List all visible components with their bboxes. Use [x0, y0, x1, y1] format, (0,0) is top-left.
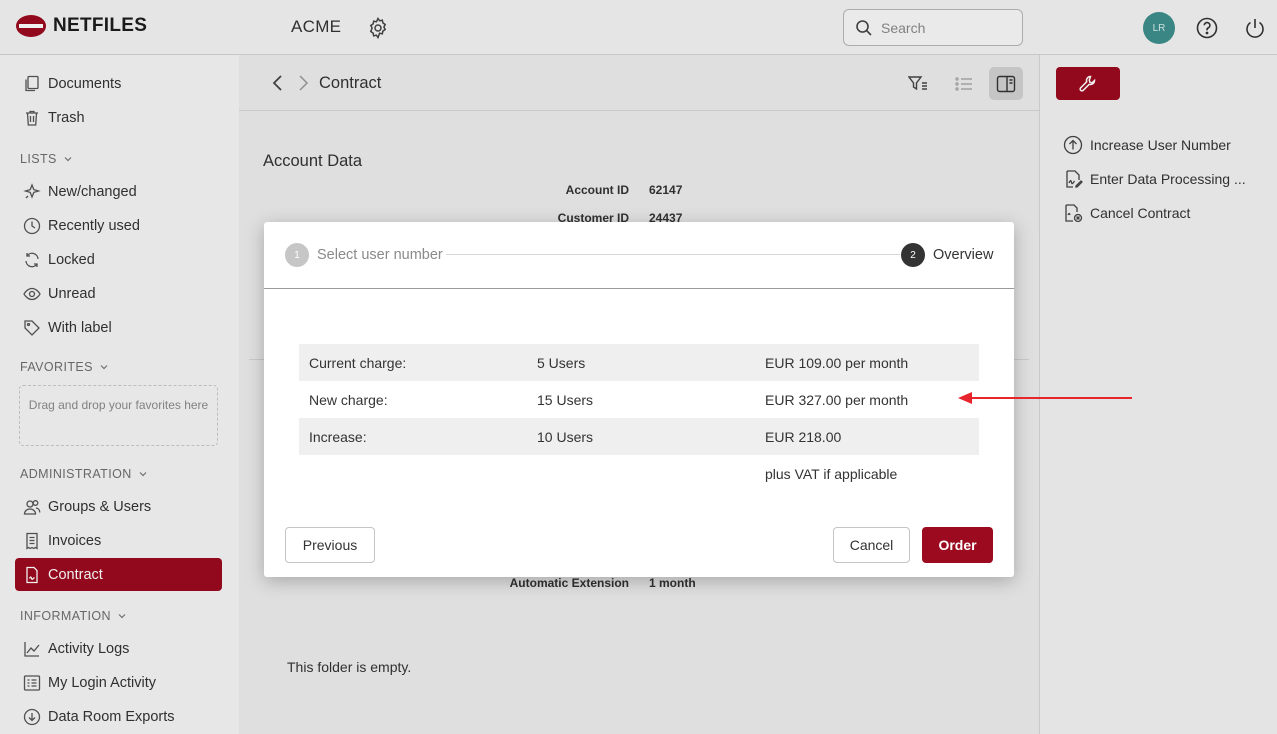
row-users: 10 Users [537, 429, 594, 445]
order-button[interactable]: Order [922, 527, 993, 563]
row-users: 15 Users [537, 392, 594, 408]
row-label: Current charge: [309, 355, 407, 371]
table-row: Increase: 10 Users EUR 218.00 [299, 418, 979, 455]
step-1-number[interactable]: 1 [285, 243, 309, 267]
table-row: New charge: 15 Users EUR 327.00 per mont… [299, 381, 979, 418]
row-label: Increase: [309, 429, 367, 445]
annotation-arrow-icon [958, 392, 1132, 404]
row-label: New charge: [309, 392, 388, 408]
wizard-stepper: 1 Select user number 2 Overview [264, 222, 1014, 289]
table-row: plus VAT if applicable [299, 455, 979, 492]
step-2-number: 2 [901, 243, 925, 267]
previous-button[interactable]: Previous [285, 527, 375, 563]
increase-user-dialog: 1 Select user number 2 Overview Current … [264, 222, 1014, 577]
cancel-button[interactable]: Cancel [833, 527, 910, 563]
row-price: EUR 109.00 per month [765, 355, 909, 371]
row-price: plus VAT if applicable [765, 466, 898, 482]
step-1-label[interactable]: Select user number [317, 247, 443, 263]
row-price: EUR 218.00 [765, 429, 842, 445]
row-users: 5 Users [537, 355, 586, 371]
row-price: EUR 327.00 per month [765, 392, 909, 408]
step-2-label: Overview [933, 247, 994, 263]
stepper-line [446, 254, 900, 255]
table-row: Current charge: 5 Users EUR 109.00 per m… [299, 344, 979, 381]
